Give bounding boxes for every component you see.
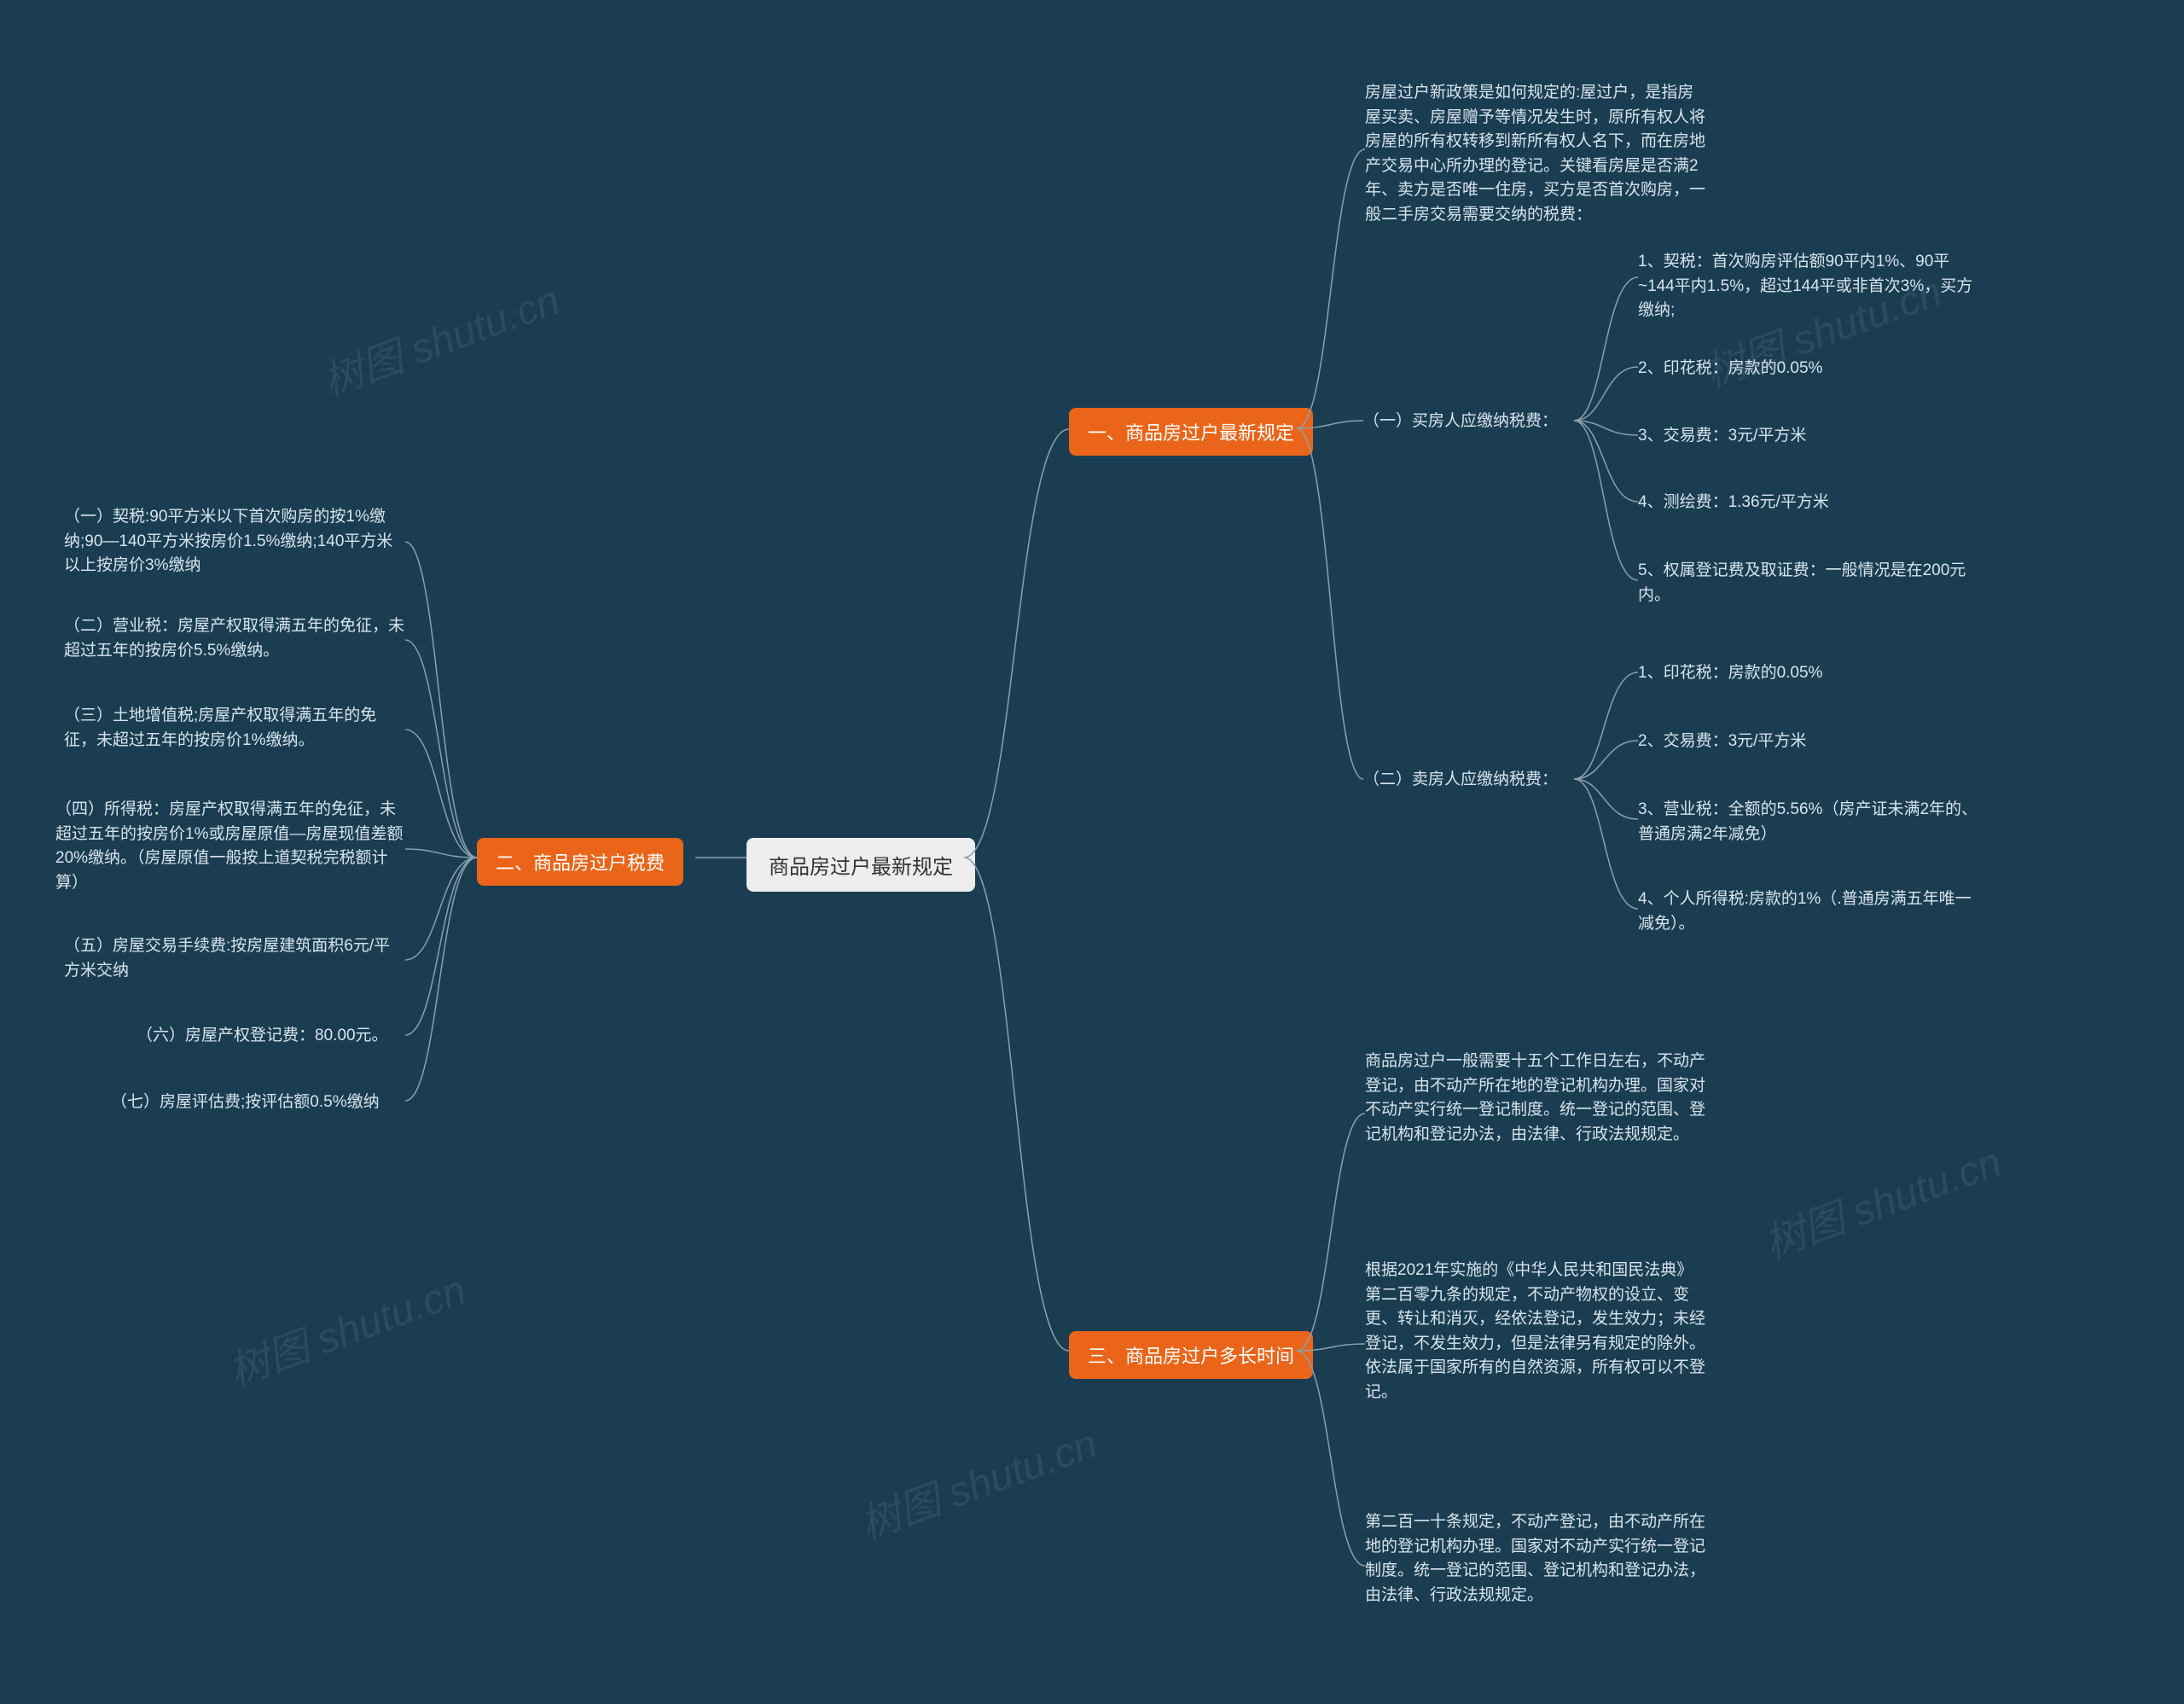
watermark-5: 树图 shutu.cn [1755,1128,2008,1269]
branch1-seller-item-2: 2、交易费：3元/平方米 [1638,730,1806,754]
branch2-item-3: （三）土地增值税;房屋产权取得满五年的免征，未超过五年的按房价1%缴纳。 [64,704,405,753]
branch3-item-1: 商品房过户一般需要十五个工作日左右，不动产登记，由不动产所在地的登记机构办理。国… [1365,1050,1706,1147]
branch-transfer-tax[interactable]: 二、商品房过户税费 [477,838,683,886]
branch2-item-1: （一）契税:90平方米以下首次购房的按1%缴纳;90—140平方米按房价1.5%… [64,505,405,579]
branch2-item-5: （五）房屋交易手续费:按房屋建筑面积6元/平方米交纳 [64,934,405,983]
branch-latest-regulations[interactable]: 一、商品房过户最新规定 [1069,408,1313,456]
branch2-item-2: （二）营业税：房屋产权取得满五年的免征，未超过五年的按房价5.5%缴纳。 [64,614,405,663]
root-node: 商品房过户最新规定 [746,838,975,892]
branch2-item-4: （四）所得税：房屋产权取得满五年的免征，未超过五年的按房价1%或房屋原值—房屋现… [55,798,405,895]
branch1-buyer-title: （一）买房人应缴纳税费： [1363,410,1558,434]
branch3-item-3: 第二百一十条规定，不动产登记，由不动产所在地的登记机构办理。国家对不动产实行统一… [1365,1510,1715,1608]
branch-transfer-time[interactable]: 三、商品房过户多长时间 [1069,1331,1313,1379]
branch1-seller-item-1: 1、印花税：房款的0.05% [1638,661,1822,686]
branch1-buyer-item-1: 1、契税：首次购房评估额90平内1%、90平~144平内1.5%，超过144平或… [1638,250,1979,323]
branch2-item-7: （七）房屋评估费;按评估额0.5%缴纳 [111,1090,380,1115]
branch1-buyer-item-5: 5、权属登记费及取证费：一般情况是在200元内。 [1638,559,1979,608]
branch1-seller-item-3: 3、营业税：全额的5.56%（房产证未满2年的、普通房满2年减免） [1638,798,1979,846]
watermark-1: 树图 shutu.cn [313,266,566,407]
branch1-buyer-item-3: 3、交易费：3元/平方米 [1638,424,1806,449]
branch1-intro: 房屋过户新政策是如何规定的:屋过户，是指房屋买卖、房屋赠予等情况发生时，原所有权… [1365,81,1706,227]
branch3-item-2: 根据2021年实施的《中华人民共和国民法典》第二百零九条的规定，不动产物权的设立… [1365,1259,1706,1404]
branch1-buyer-item-4: 4、测绘费：1.36元/平方米 [1638,491,1829,515]
watermark-3: 树图 shutu.cn [851,1410,1104,1550]
branch1-buyer-item-2: 2、印花税：房款的0.05% [1638,357,1822,381]
branch1-seller-item-4: 4、个人所得税:房款的1%（.普通房满五年唯一减免）。 [1638,887,1979,936]
watermark-2: 树图 shutu.cn [219,1256,473,1397]
branch1-seller-title: （二）卖房人应缴纳税费： [1363,768,1558,793]
branch2-item-6: （六）房屋产权登记费：80.00元。 [136,1024,388,1049]
